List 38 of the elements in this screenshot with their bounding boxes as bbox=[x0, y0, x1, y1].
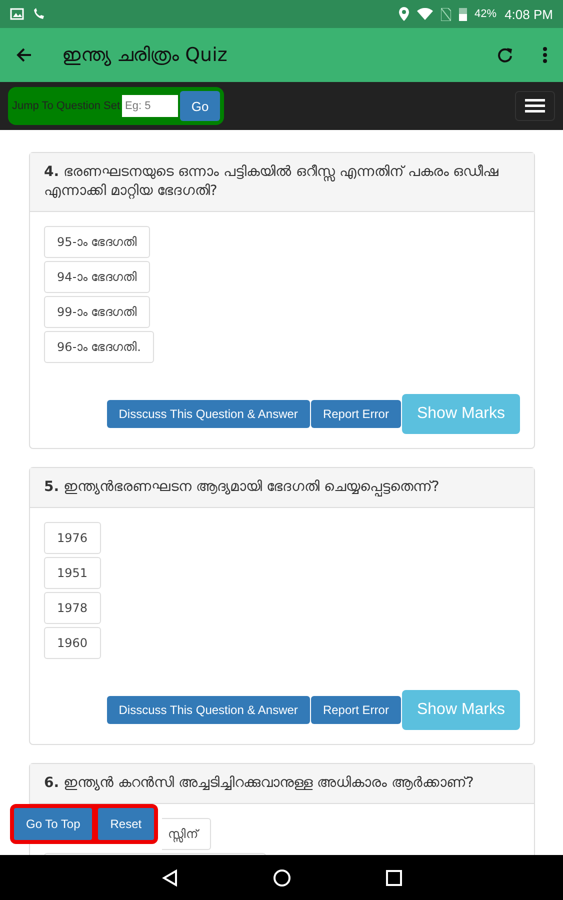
answer-option[interactable]: 1978 bbox=[44, 592, 101, 624]
answer-option[interactable]: 1960 bbox=[44, 626, 101, 659]
report-error-button[interactable]: Report Error bbox=[310, 696, 401, 724]
go-to-top-button[interactable]: Go To Top bbox=[14, 808, 92, 840]
recents-icon[interactable] bbox=[386, 870, 402, 886]
picture-notification-icon bbox=[10, 8, 24, 20]
reset-button[interactable]: Reset bbox=[98, 808, 154, 840]
wifi-icon bbox=[416, 8, 433, 20]
phone-icon bbox=[32, 7, 46, 21]
refresh-icon[interactable] bbox=[497, 47, 513, 63]
no-sim-icon bbox=[440, 8, 451, 20]
app-title: ഇന്ത്യ ചരിത്രം Quiz bbox=[62, 44, 228, 66]
discuss-button[interactable]: Disscuss This Question & Answer bbox=[106, 400, 310, 428]
answer-option[interactable]: 95-ാം ഭേദഗതി bbox=[44, 226, 150, 258]
battery-percent: 42% bbox=[474, 8, 497, 20]
answer-option[interactable]: 1951 bbox=[44, 556, 101, 589]
question-text: 6. ഇന്ത്യൻ കറൻസി അച്ചടിച്ചിറക്കുവാനുള്ള അധികാരം ആർക്കാണ്? bbox=[30, 764, 534, 804]
answer-option[interactable]: 94-ാം ഭേദഗതി bbox=[44, 260, 150, 293]
more-options-icon[interactable] bbox=[543, 47, 547, 63]
location-icon bbox=[398, 7, 409, 21]
report-error-button[interactable]: Report Error bbox=[310, 400, 401, 428]
answer-option[interactable]: 99-ാം ഭേദഗതി bbox=[44, 296, 150, 328]
answer-option[interactable]: 1976 bbox=[44, 522, 101, 554]
menu-button[interactable] bbox=[515, 91, 555, 121]
question-text: 5. ഇന്ത്യൻഭരണഘടന ആദ്യമായി ഭേദഗതി ചെയ്യപ്പെട്ടതെന്ന്? bbox=[30, 468, 534, 508]
back-arrow-icon[interactable] bbox=[16, 47, 32, 63]
answer-option[interactable]: സ്സിന് bbox=[162, 818, 211, 850]
jump-label: Jump To Question Set bbox=[12, 100, 120, 112]
discuss-button[interactable]: Disscuss This Question & Answer bbox=[106, 696, 310, 724]
back-icon[interactable] bbox=[162, 868, 178, 886]
go-button[interactable]: Go bbox=[180, 91, 220, 121]
answer-option[interactable]: 96-ാം ഭേദഗതി. bbox=[44, 330, 154, 363]
clock: 4:08 PM bbox=[504, 6, 553, 22]
menu-icon bbox=[525, 99, 545, 113]
home-icon[interactable] bbox=[272, 868, 290, 886]
question-set-field[interactable]: Eg: 5 bbox=[122, 95, 178, 117]
question-text: 4. ഭരണഘടനയുടെ ഒന്നാം പട്ടികയിൽ ഒറീസ്സ എന്നതിന് പകരം ഒഡീഷ എന്നാക്കി മാറ്റിയ ഭേദഗതി? bbox=[30, 153, 534, 212]
battery-icon bbox=[458, 7, 467, 21]
